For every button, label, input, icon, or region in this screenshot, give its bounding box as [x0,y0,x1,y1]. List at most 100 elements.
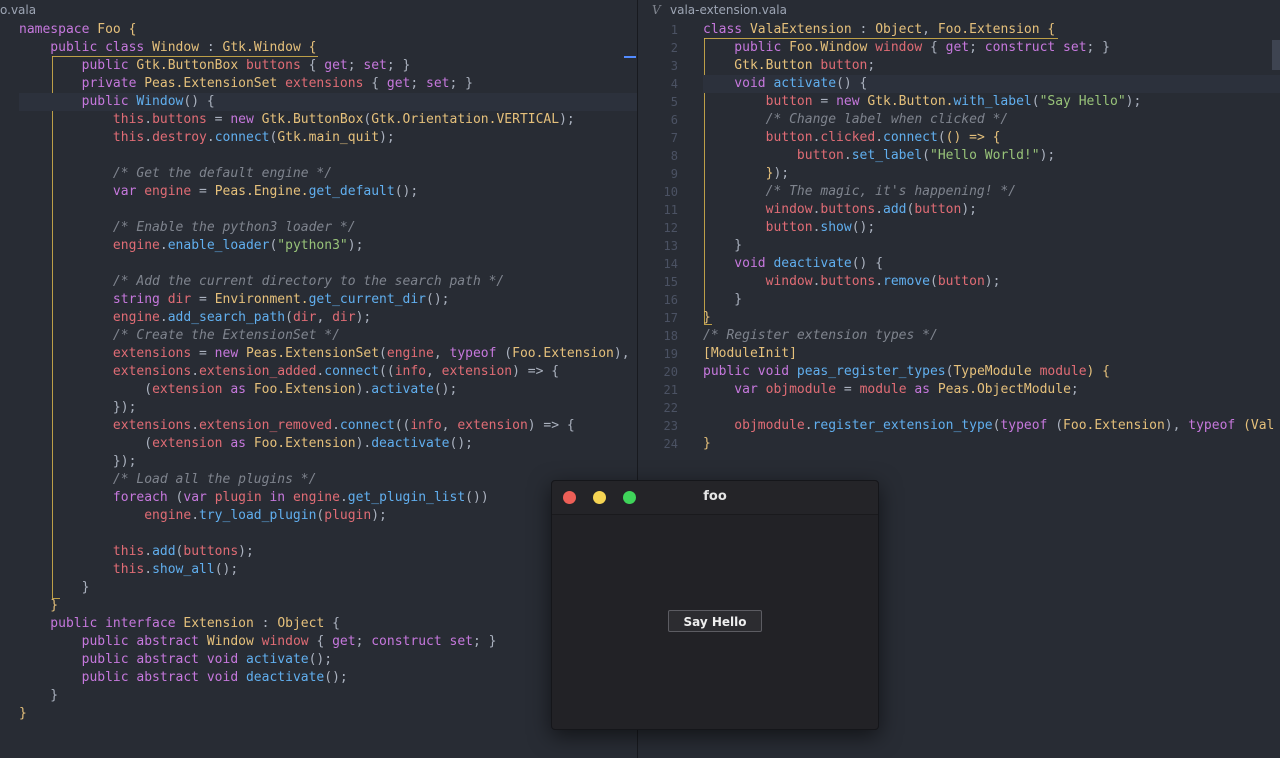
code-line[interactable]: public abstract void deactivate(); [19,669,637,687]
code-line[interactable]: public interface Extension : Object { [19,615,637,633]
code-token: }); [19,454,137,469]
code-line[interactable]: var engine = Peas.Engine.get_default(); [19,183,637,201]
window-titlebar[interactable]: foo [552,481,878,515]
code-line[interactable]: public Foo.Window window { get; construc… [703,39,1280,57]
code-line[interactable]: /* Add the current directory to the sear… [19,273,637,291]
code-line[interactable]: engine.try_load_plugin(plugin); [19,507,637,525]
code-token: . [159,238,168,253]
code-token: ; [1070,382,1079,397]
left-editor-pane[interactable]: o.vala namespace Foo { public class Wind… [0,0,638,758]
code-line[interactable]: } [703,309,1280,327]
code-token: connect [339,418,395,433]
code-token: get [324,58,348,73]
code-line[interactable]: void deactivate() { [703,255,1280,273]
gtk-app-window[interactable]: foo Say Hello [551,480,879,730]
code-token: deactivate [371,436,450,451]
code-token: /* Get the default engine */ [19,166,333,181]
code-line[interactable]: } [19,579,637,597]
left-code-area[interactable]: namespace Foo { public class Window : Gt… [19,21,637,723]
code-token: Gtk.Button. [867,94,954,109]
code-line[interactable]: foreach (var plugin in engine.get_plugin… [19,489,637,507]
code-line[interactable]: /* Load all the plugins */ [19,471,637,489]
code-line[interactable]: namespace Foo { [19,21,637,39]
line-number: 15 [663,275,678,289]
line-number: 8 [670,149,678,163]
code-line[interactable]: (extension as Foo.Extension).activate(); [19,381,637,399]
code-line[interactable]: } [703,291,1280,309]
code-line[interactable]: [ModuleInit] [703,345,1280,363]
code-line[interactable]: window.buttons.add(button); [703,201,1280,219]
code-line[interactable] [19,147,637,165]
code-line[interactable]: var objmodule = module as Peas.ObjectMod… [703,381,1280,399]
code-line[interactable]: class ValaExtension : Object, Foo.Extens… [703,21,1280,39]
code-line[interactable]: public Window() { [19,93,637,111]
code-line[interactable]: this.destroy.connect(Gtk.main_quit); [19,129,637,147]
code-line[interactable]: }); [19,399,637,417]
code-token: get_current_dir [308,292,427,307]
code-line[interactable]: /* Get the default engine */ [19,165,637,183]
code-token: info [394,364,427,379]
code-line[interactable]: } [19,687,637,705]
left-tab-title[interactable]: o.vala [0,2,36,18]
code-line[interactable]: }); [19,453,637,471]
line-number: 14 [663,257,678,271]
code-line[interactable]: public abstract Window window { get; con… [19,633,637,651]
code-line[interactable]: public void peas_register_types(TypeModu… [703,363,1280,381]
code-line[interactable]: }); [703,165,1280,183]
code-token: . [875,130,884,145]
right-code-area[interactable]: class ValaExtension : Object, Foo.Extens… [703,21,1280,453]
code-line[interactable] [19,201,637,219]
code-line[interactable]: } [703,435,1280,453]
code-token: public [19,94,137,109]
code-line[interactable]: button.show(); [703,219,1280,237]
right-tab-title[interactable]: vala-extension.vala [670,2,787,18]
code-token: public class [19,40,153,55]
code-token: extension [457,418,528,433]
code-token: foreach [19,490,176,505]
code-line[interactable]: engine.enable_loader("python3"); [19,237,637,255]
code-token: . [332,418,340,433]
code-line[interactable]: void activate() { [703,75,1280,93]
line-number: 7 [670,131,678,145]
say-hello-button[interactable]: Say Hello [668,610,762,632]
code-line[interactable]: public class Window : Gtk.Window { [19,39,637,57]
code-line[interactable]: extensions = new Peas.ExtensionSet(engin… [19,345,637,363]
code-line[interactable]: } [19,597,637,615]
code-token: Gtk.ButtonBox [136,58,246,73]
code-line[interactable]: } [703,237,1280,255]
code-line[interactable]: this.add(buttons); [19,543,637,561]
code-token: . [843,148,852,163]
code-line[interactable] [703,399,1280,417]
code-line[interactable]: /* Create the ExtensionSet */ [19,327,637,345]
code-line[interactable] [19,525,637,543]
code-token: engine [19,508,192,523]
code-line[interactable]: private Peas.ExtensionSet extensions { g… [19,75,637,93]
code-line[interactable]: objmodule.register_extension_type(typeof… [703,417,1280,435]
line-number: 23 [663,419,678,433]
code-line[interactable]: extensions.extension_removed.connect((in… [19,417,637,435]
code-line[interactable]: /* The magic, it's happening! */ [703,183,1280,201]
code-token: set [363,58,387,73]
code-line[interactable]: extensions.extension_added.connect((info… [19,363,637,381]
code-line[interactable]: button = new Gtk.Button.with_label("Say … [703,93,1280,111]
code-line[interactable]: /* Register extension types */ [703,327,1280,345]
code-line[interactable]: /* Enable the python3 loader */ [19,219,637,237]
code-line[interactable] [19,255,637,273]
code-line[interactable]: public Gtk.ButtonBox buttons { get; set;… [19,57,637,75]
code-line[interactable]: } [19,705,637,723]
code-line[interactable]: this.buttons = new Gtk.ButtonBox(Gtk.Ori… [19,111,637,129]
code-line[interactable]: Gtk.Button button; [703,57,1280,75]
code-line[interactable]: window.buttons.remove(button); [703,273,1280,291]
code-token: engine [19,310,160,325]
code-line[interactable]: /* Change label when clicked */ [703,111,1280,129]
code-line[interactable]: string dir = Environment.get_current_dir… [19,291,637,309]
code-line[interactable]: this.show_all(); [19,561,637,579]
code-token: engine [386,346,434,361]
code-token: . [191,508,200,523]
code-line[interactable]: (extension as Foo.Extension).deactivate(… [19,435,637,453]
line-number: 12 [663,221,678,235]
code-line[interactable]: button.set_label("Hello World!"); [703,147,1280,165]
code-line[interactable]: public abstract void activate(); [19,651,637,669]
code-line[interactable]: button.clicked.connect(() => { [703,129,1280,147]
code-line[interactable]: engine.add_search_path(dir, dir); [19,309,637,327]
